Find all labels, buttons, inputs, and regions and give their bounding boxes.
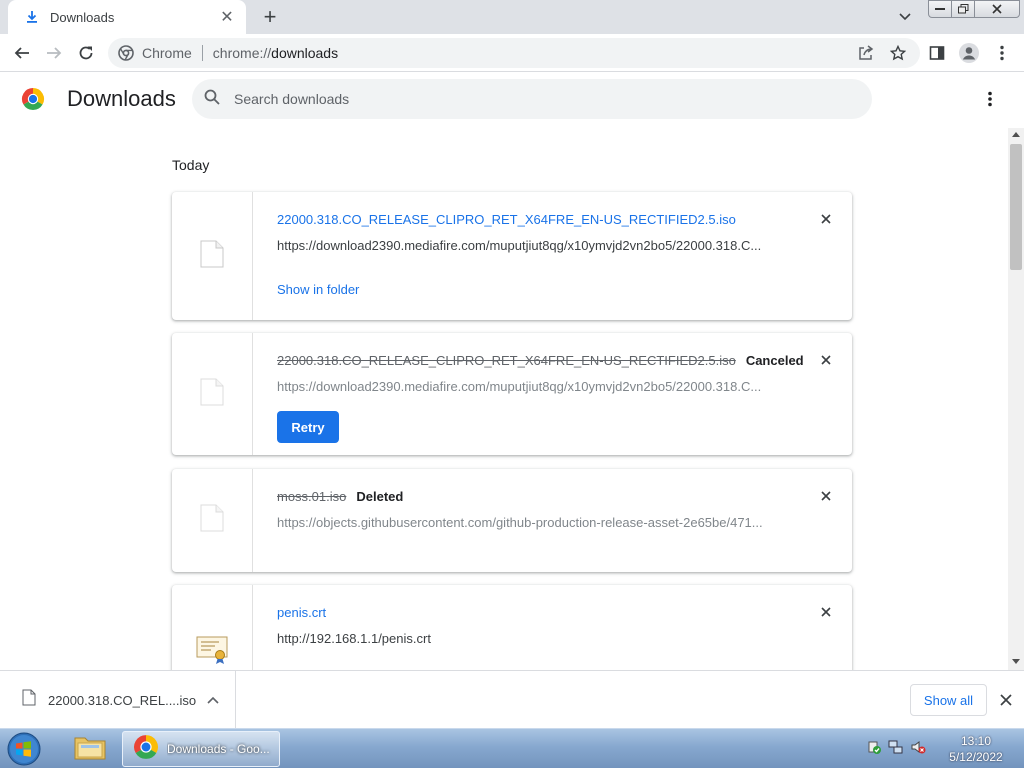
- side-panel-icon[interactable]: [923, 40, 951, 66]
- bookmark-star-icon[interactable]: [884, 40, 912, 66]
- chrome-site-icon: [118, 45, 134, 61]
- url-scheme: chrome://: [212, 45, 272, 61]
- download-filename-text: 22000.318.CO_RELEASE_CLIPRO_RET_X64FRE_E…: [277, 353, 736, 368]
- status-label: Deleted: [356, 489, 404, 504]
- shelf-file-label: 22000.318.CO_REL....iso: [48, 692, 197, 708]
- download-shelf: 22000.318.CO_REL....iso Show all: [0, 670, 1024, 729]
- page-scrollbar[interactable]: [1008, 128, 1024, 670]
- remove-item-icon[interactable]: [817, 603, 835, 621]
- download-item: penis.crt http://192.168.1.1/penis.crt: [172, 585, 852, 670]
- clock-time: 13:10: [960, 734, 992, 748]
- taskbar-chrome-label: Downloads - Goo...: [167, 742, 270, 756]
- window-close-button[interactable]: [974, 0, 1020, 18]
- chrome-taskbar-icon: [133, 734, 159, 765]
- scroll-down-arrow[interactable]: [1012, 659, 1020, 664]
- show-all-button[interactable]: Show all: [910, 684, 987, 716]
- page-title: Downloads: [67, 86, 176, 111]
- minimize-button[interactable]: [928, 0, 952, 18]
- tab-downloads[interactable]: Downloads ✕: [8, 0, 246, 34]
- download-url[interactable]: https://objects.githubusercontent.com/gi…: [277, 515, 777, 530]
- reload-button[interactable]: [72, 40, 100, 66]
- tab-title: Downloads: [50, 9, 115, 25]
- chevron-up-icon[interactable]: [204, 691, 222, 709]
- file-icon-column: [172, 469, 253, 572]
- omnibox-url: chrome://downloads: [213, 45, 338, 61]
- file-icon: [200, 240, 224, 273]
- search-input[interactable]: [234, 91, 834, 107]
- restore-button[interactable]: [951, 0, 975, 18]
- more-actions-icon[interactable]: [978, 87, 1002, 111]
- download-filename: 22000.318.CO_RELEASE_CLIPRO_RET_X64FRE_E…: [277, 353, 804, 368]
- address-bar[interactable]: Chrome chrome://downloads: [108, 38, 920, 68]
- download-filename: moss.01.iso Deleted: [277, 489, 403, 504]
- download-url[interactable]: http://192.168.1.1/penis.crt: [277, 631, 777, 646]
- download-url[interactable]: https://download2390.mediafire.com/muput…: [277, 379, 777, 394]
- browser-menu-icon[interactable]: [988, 40, 1016, 66]
- share-icon[interactable]: [852, 40, 880, 66]
- file-icon: [200, 504, 224, 537]
- remove-item-icon[interactable]: [817, 487, 835, 505]
- folder-icon: [73, 733, 107, 766]
- remove-item-icon[interactable]: [817, 210, 835, 228]
- start-button[interactable]: [4, 730, 44, 768]
- file-icon: [200, 378, 224, 411]
- download-filename-text: moss.01.iso: [277, 489, 347, 504]
- tab-close-icon[interactable]: ✕: [218, 8, 236, 26]
- new-tab-button[interactable]: +: [258, 4, 282, 29]
- file-icon-column: [172, 333, 253, 455]
- forward-button[interactable]: [40, 40, 68, 66]
- show-in-folder-link[interactable]: Show in folder: [277, 282, 359, 297]
- download-filename-link[interactable]: penis.crt: [277, 605, 326, 620]
- close-shelf-icon[interactable]: [997, 691, 1015, 709]
- system-tray: [866, 735, 926, 763]
- back-button[interactable]: [8, 40, 36, 66]
- taskbar-chrome[interactable]: Downloads - Goo...: [122, 731, 280, 767]
- taskbar-clock[interactable]: 13:10 5/12/2022: [940, 733, 1012, 765]
- downloads-list: Today 22000.318.CO_RELEASE_CLIPRO_RET_X6…: [0, 128, 1008, 670]
- network-icon[interactable]: [888, 739, 904, 760]
- download-url[interactable]: https://download2390.mediafire.com/muput…: [277, 238, 777, 253]
- profile-avatar-icon[interactable]: [955, 40, 983, 66]
- chrome-logo-icon: [21, 87, 45, 111]
- omnibox-chip: Chrome: [142, 45, 192, 61]
- download-icon: [24, 9, 40, 25]
- status-label: Canceled: [745, 353, 804, 368]
- tab-search-icon[interactable]: [895, 7, 915, 27]
- date-group-label: Today: [172, 157, 210, 173]
- scroll-thumb[interactable]: [1010, 144, 1022, 270]
- clock-date: 5/12/2022: [949, 750, 1003, 764]
- browser-toolbar: Chrome chrome://downloads: [0, 34, 1024, 72]
- search-box[interactable]: [192, 79, 872, 119]
- taskbar-explorer[interactable]: [66, 731, 114, 767]
- file-icon-column: [172, 585, 253, 670]
- file-icon: [22, 689, 36, 711]
- download-item: 22000.318.CO_RELEASE_CLIPRO_RET_X64FRE_E…: [172, 192, 852, 320]
- download-filename-link[interactable]: 22000.318.CO_RELEASE_CLIPRO_RET_X64FRE_E…: [277, 212, 736, 227]
- windows-taskbar: Downloads - Goo... 13:10 5/12/2022: [0, 728, 1024, 768]
- url-path: downloads: [271, 45, 339, 61]
- download-item: moss.01.iso Deleted https://objects.githu…: [172, 469, 852, 572]
- remove-item-icon[interactable]: [817, 351, 835, 369]
- tab-strip: Downloads ✕ +: [0, 0, 1024, 34]
- omnibox-separator: [201, 45, 203, 61]
- action-center-icon[interactable]: [866, 739, 882, 760]
- volume-muted-icon[interactable]: [910, 739, 926, 760]
- download-item: 22000.318.CO_RELEASE_CLIPRO_RET_X64FRE_E…: [172, 333, 852, 455]
- scroll-up-arrow[interactable]: [1012, 132, 1020, 137]
- retry-button[interactable]: Retry: [277, 411, 339, 443]
- certificate-icon: [196, 635, 228, 670]
- shelf-download-item[interactable]: 22000.318.CO_REL....iso: [0, 671, 236, 729]
- downloads-header: Downloads: [0, 72, 1024, 128]
- file-icon-column: [172, 192, 253, 320]
- search-icon: [204, 89, 220, 110]
